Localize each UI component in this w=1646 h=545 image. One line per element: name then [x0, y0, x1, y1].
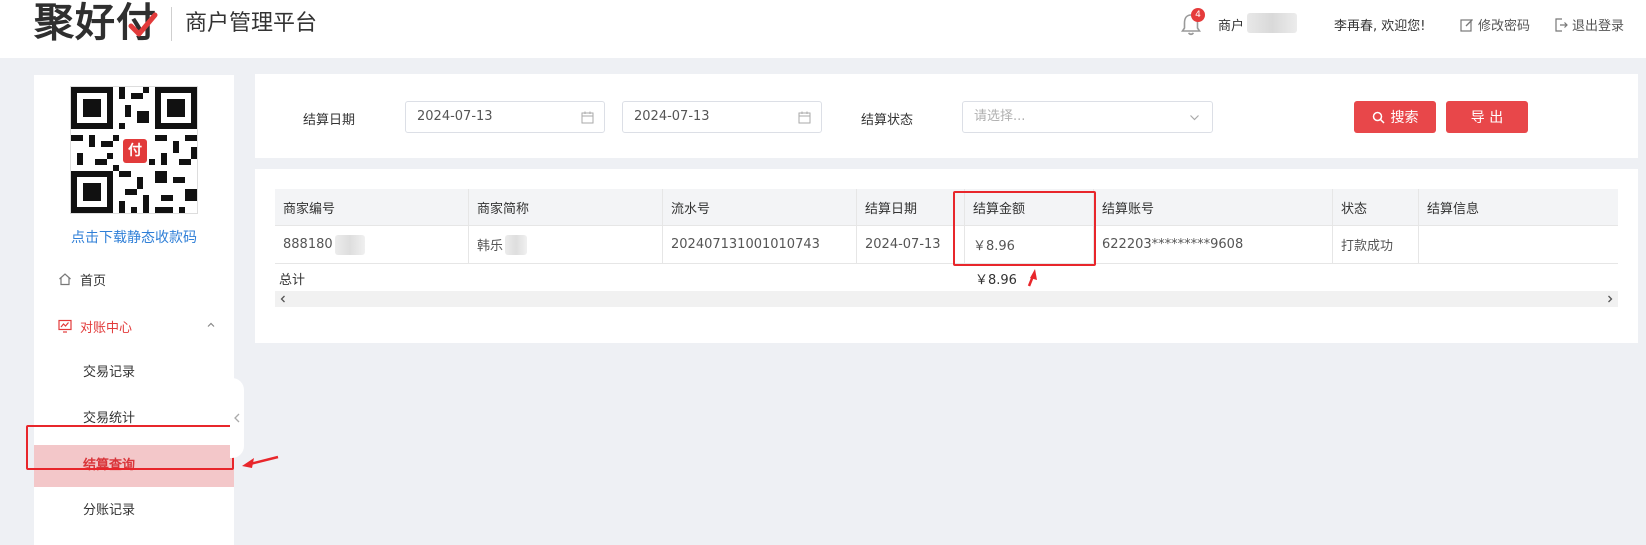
export-button-label: 导 出: [1470, 110, 1504, 126]
cell-status: 打款成功: [1333, 226, 1419, 263]
sidebar-subitem-trade-records[interactable]: 交易记录: [34, 352, 234, 394]
logo-divider: [171, 7, 172, 41]
sidebar: 付 点击下载静态收款码 首页 对账中心 交易记录 交易统计 结算查询 分账记录: [34, 75, 234, 545]
sidebar-item-label: 对账中心: [80, 320, 133, 336]
annotation-box-sidebar: [26, 425, 234, 470]
horizontal-scrollbar[interactable]: [275, 291, 1618, 307]
annotation-box-amount: [953, 191, 1096, 266]
cell-settle-account: 622203*********9608: [1094, 226, 1333, 263]
cell-merchant-name: 韩乐: [469, 226, 663, 263]
scroll-right-icon[interactable]: [1605, 294, 1615, 304]
chevron-down-icon: [1190, 115, 1199, 121]
search-button[interactable]: 搜索: [1354, 101, 1436, 133]
merchant-name-redacted: [1247, 13, 1297, 33]
notification-badge: 4: [1191, 8, 1205, 22]
logout-link[interactable]: 退出登录: [1554, 15, 1624, 34]
start-date-value: 2024-07-13: [417, 109, 493, 124]
sidebar-item-reconciliation[interactable]: 对账中心: [34, 308, 234, 344]
col-header-merchant-name[interactable]: 商家简称: [469, 189, 663, 225]
results-panel: 商家编号 商家简称 流水号 结算日期 结算金额 结算账号 状态 结算信息 888…: [255, 169, 1638, 343]
logo-check-icon: [128, 12, 158, 37]
search-icon: [1372, 111, 1385, 124]
total-amount: ￥8.96: [975, 273, 1017, 288]
change-password-link[interactable]: 修改密码: [1460, 15, 1530, 34]
total-label: 总计: [279, 273, 306, 288]
edit-icon: [1460, 18, 1473, 32]
annotation-arrow-sidebar: [242, 455, 279, 468]
welcome-text: 李再春, 欢迎您!: [1334, 19, 1426, 34]
scroll-left-icon[interactable]: [278, 294, 288, 304]
cell-serial-no: 202407131001010743: [663, 226, 857, 263]
merchant-name-value: 韩乐: [477, 239, 504, 254]
chevron-left-icon: [234, 413, 240, 423]
change-password-label: 修改密码: [1478, 19, 1531, 34]
settle-date-label: 结算日期: [303, 113, 356, 128]
annotation-arrow-amount: [1027, 269, 1037, 287]
col-header-settle-info[interactable]: 结算信息: [1419, 189, 1618, 225]
col-header-merchant-no[interactable]: 商家编号: [275, 189, 469, 225]
filter-panel: 结算日期 2024-07-13 2024-07-13 结算状态 请选择... 搜…: [255, 74, 1638, 158]
table-header-row: 商家编号 商家简称 流水号 结算日期 结算金额 结算账号 状态 结算信息: [275, 189, 1618, 226]
start-date-input[interactable]: 2024-07-13: [405, 101, 605, 133]
logout-label: 退出登录: [1572, 19, 1625, 34]
sidebar-item-label: 首页: [80, 273, 107, 289]
redacted-chip: [334, 234, 365, 255]
cell-settle-info: [1419, 226, 1618, 263]
redacted-chip: [505, 234, 528, 255]
col-header-serial-no[interactable]: 流水号: [663, 189, 857, 225]
logout-icon: [1555, 17, 1568, 32]
top-header: 聚好付 商户管理平台 4 商户 李再春, 欢迎您! 修改密码 退出登录: [0, 0, 1646, 58]
cell-settle-date: 2024-07-13: [857, 226, 965, 263]
export-button[interactable]: 导 出: [1446, 101, 1528, 133]
table-row[interactable]: 888180 韩乐 202407131001010743 2024-07-13 …: [275, 226, 1618, 264]
home-icon: [59, 273, 71, 286]
calendar-icon: [581, 111, 594, 124]
sidebar-collapse-handle[interactable]: [230, 378, 244, 458]
qr-code[interactable]: 付: [70, 86, 198, 214]
end-date-input[interactable]: 2024-07-13: [622, 101, 822, 133]
chevron-up-icon: [207, 322, 215, 327]
reconciliation-icon: [58, 319, 72, 333]
status-placeholder: 请选择...: [974, 109, 1026, 124]
platform-title: 商户管理平台: [185, 11, 318, 36]
download-qr-link[interactable]: 点击下载静态收款码: [34, 227, 234, 247]
end-date-value: 2024-07-13: [634, 109, 710, 124]
col-header-settle-account[interactable]: 结算账号: [1094, 189, 1333, 225]
merchant-no-value: 888180: [283, 237, 333, 252]
calendar-icon: [798, 111, 811, 124]
sidebar-subitem-split-records[interactable]: 分账记录: [34, 490, 234, 532]
settle-status-select[interactable]: 请选择...: [962, 101, 1213, 133]
search-button-label: 搜索: [1390, 110, 1419, 126]
sidebar-item-home[interactable]: 首页: [34, 261, 234, 297]
col-header-settle-date[interactable]: 结算日期: [857, 189, 965, 225]
col-header-status[interactable]: 状态: [1333, 189, 1419, 225]
qr-logo-badge: 付: [123, 139, 147, 163]
settle-status-label: 结算状态: [861, 113, 914, 128]
merchant-label: 商户: [1218, 19, 1245, 34]
cell-merchant-no: 888180: [275, 226, 469, 263]
